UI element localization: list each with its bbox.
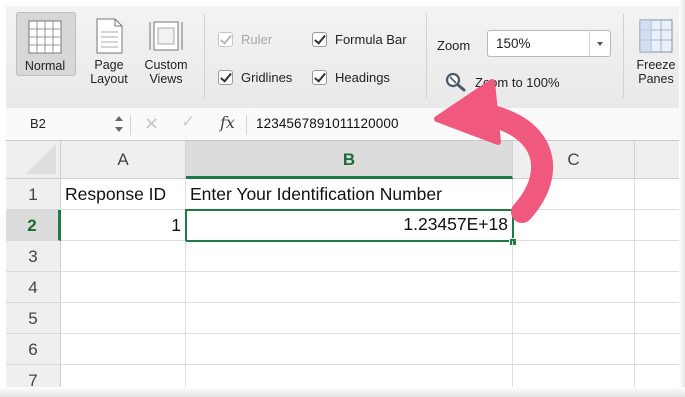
formula-input[interactable]: 1234567891011120000 bbox=[256, 116, 399, 131]
row-header-5[interactable]: 5 bbox=[6, 303, 61, 334]
cell-b2[interactable]: 1.23457E+18 bbox=[185, 209, 514, 242]
cell-a2[interactable]: 1 bbox=[61, 210, 186, 241]
spreadsheet-grid: A B C 1 2 3 4 5 6 7 Response ID Enter Yo… bbox=[6, 141, 680, 397]
select-all-corner[interactable] bbox=[6, 141, 61, 179]
freeze-panes-button[interactable]: Freeze Panes bbox=[631, 12, 681, 86]
fx-icon[interactable]: fx bbox=[220, 113, 235, 132]
cell-b5[interactable] bbox=[186, 303, 513, 334]
page-layout-label-1: Page bbox=[94, 58, 124, 72]
gridlines-label: Gridlines bbox=[241, 70, 293, 85]
cell-c6[interactable] bbox=[513, 334, 635, 365]
custom-views-icon bbox=[149, 21, 183, 51]
cell-d1[interactable] bbox=[635, 179, 680, 210]
ruler-checkbox[interactable]: Ruler bbox=[218, 32, 272, 47]
page-layout-label-2: Layout bbox=[90, 72, 128, 86]
column-header-d[interactable] bbox=[635, 141, 680, 179]
stepper-icon[interactable] bbox=[114, 113, 124, 135]
formula-divider bbox=[130, 115, 131, 135]
page-layout-icon bbox=[96, 18, 123, 54]
headings-label: Headings bbox=[335, 70, 390, 85]
cell-b1[interactable]: Enter Your Identification Number bbox=[186, 179, 513, 210]
checkbox-box bbox=[218, 70, 233, 85]
name-box[interactable]: B2 bbox=[14, 108, 124, 140]
row-header-6[interactable]: 6 bbox=[6, 334, 61, 365]
column-header-c[interactable]: C bbox=[513, 141, 635, 179]
row-header-4[interactable]: 4 bbox=[6, 272, 61, 303]
cell-a1[interactable]: Response ID bbox=[61, 179, 186, 210]
excel-window: Normal Page Layout Custom Views Ruler Fo… bbox=[0, 0, 685, 397]
headings-checkbox[interactable]: Headings bbox=[312, 70, 390, 85]
window-edge bbox=[0, 387, 685, 397]
freeze-label-2: Panes bbox=[638, 72, 674, 86]
row-header-1[interactable]: 1 bbox=[6, 179, 61, 210]
checkbox-box bbox=[312, 70, 327, 85]
formula-bar-label: Formula Bar bbox=[335, 32, 407, 47]
cell-c1[interactable] bbox=[513, 179, 635, 210]
freeze-panes-icon bbox=[639, 19, 673, 53]
cell-d2[interactable] bbox=[635, 210, 680, 241]
view-ribbon: Normal Page Layout Custom Views Ruler Fo… bbox=[6, 6, 680, 109]
gridlines-checkbox[interactable]: Gridlines bbox=[218, 70, 292, 85]
cell-b3[interactable] bbox=[186, 241, 513, 272]
cell-c4[interactable] bbox=[513, 272, 635, 303]
page-layout-button[interactable]: Page Layout bbox=[84, 12, 134, 86]
name-box-value: B2 bbox=[30, 116, 46, 131]
row-header-2[interactable]: 2 bbox=[6, 210, 61, 241]
magnifier-icon bbox=[445, 72, 466, 92]
cell-c3[interactable] bbox=[513, 241, 635, 272]
window-edge bbox=[679, 0, 685, 397]
column-header-a[interactable]: A bbox=[61, 141, 186, 179]
formula-bar: B2 ✕ ✓ fx 1234567891011120000 bbox=[6, 108, 680, 141]
normal-view-label: Normal bbox=[24, 59, 66, 73]
formula-divider bbox=[246, 115, 247, 135]
ribbon-divider bbox=[204, 14, 205, 98]
cell-b6[interactable] bbox=[186, 334, 513, 365]
cell-c2[interactable] bbox=[514, 210, 635, 241]
cell-d6[interactable] bbox=[635, 334, 680, 365]
zoom-select[interactable]: 150% bbox=[487, 30, 611, 57]
zoom-label: Zoom bbox=[437, 38, 471, 53]
zoom-to-100-button[interactable]: Zoom to 100% bbox=[445, 72, 560, 92]
ruler-label: Ruler bbox=[241, 32, 273, 47]
cell-a3[interactable] bbox=[61, 241, 186, 272]
cell-d5[interactable] bbox=[635, 303, 680, 334]
custom-views-label-2: Views bbox=[149, 72, 183, 86]
column-header-b[interactable]: B bbox=[186, 141, 513, 179]
cell-c5[interactable] bbox=[513, 303, 635, 334]
cell-a5[interactable] bbox=[61, 303, 186, 334]
custom-views-button[interactable]: Custom Views bbox=[136, 12, 196, 86]
cell-a4[interactable] bbox=[61, 272, 186, 303]
custom-views-label-1: Custom bbox=[144, 58, 188, 72]
chevron-down-icon[interactable] bbox=[589, 31, 610, 56]
formula-bar-checkbox[interactable]: Formula Bar bbox=[312, 32, 407, 47]
checkbox-box bbox=[218, 32, 233, 47]
confirm-icon[interactable]: ✓ bbox=[181, 112, 195, 132]
zoom-value: 150% bbox=[496, 36, 531, 51]
checkbox-box bbox=[312, 32, 327, 47]
freeze-label-1: Freeze bbox=[636, 58, 676, 72]
ribbon-divider bbox=[426, 14, 427, 98]
cell-d4[interactable] bbox=[635, 272, 680, 303]
cell-d3[interactable] bbox=[635, 241, 680, 272]
cell-a6[interactable] bbox=[61, 334, 186, 365]
cancel-icon[interactable]: ✕ bbox=[144, 114, 159, 135]
row-header-3[interactable]: 3 bbox=[6, 241, 61, 272]
normal-view-icon bbox=[28, 20, 62, 54]
cell-b4[interactable] bbox=[186, 272, 513, 303]
ribbon-divider bbox=[623, 14, 624, 98]
zoom-to-100-label: Zoom to 100% bbox=[475, 74, 560, 90]
normal-view-button[interactable]: Normal bbox=[16, 12, 76, 102]
